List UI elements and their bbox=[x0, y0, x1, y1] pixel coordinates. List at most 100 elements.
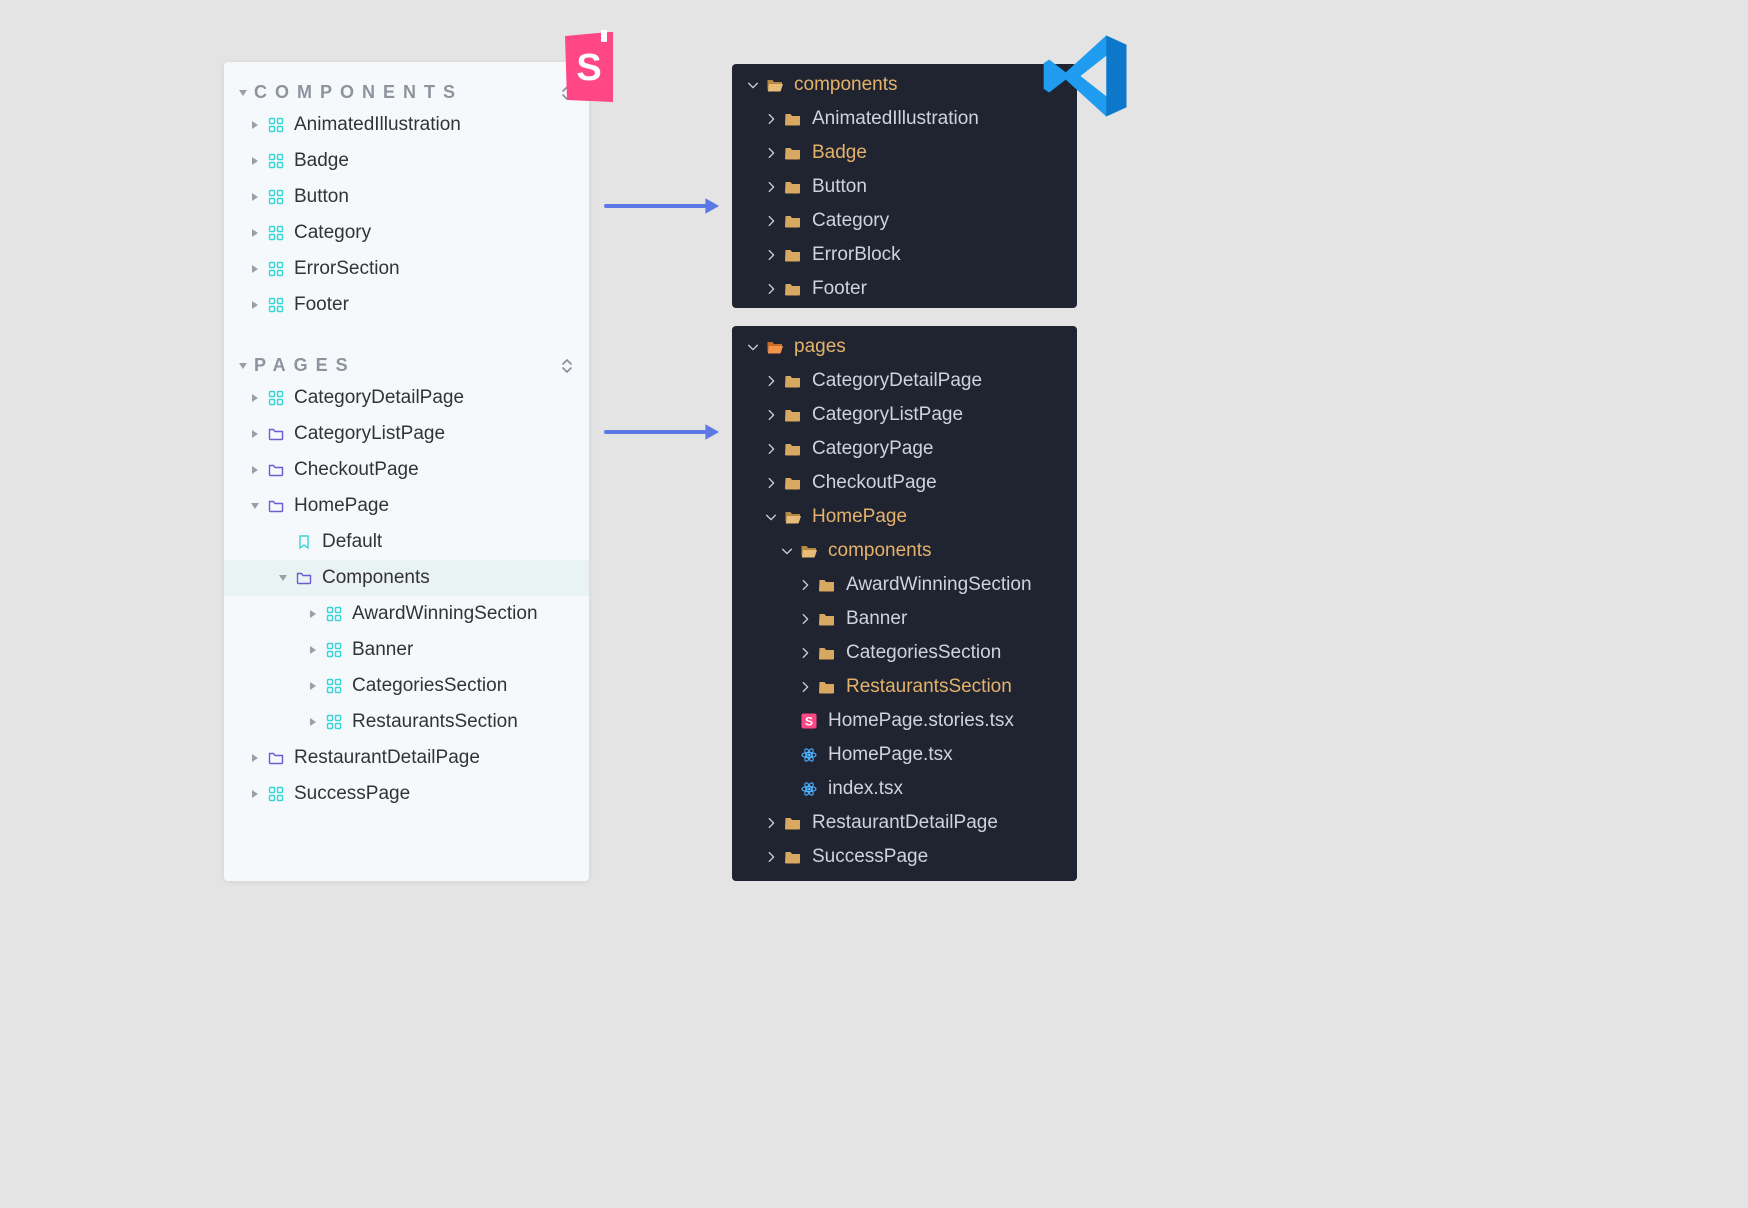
folder-icon bbox=[268, 426, 284, 442]
label: ErrorBlock bbox=[812, 244, 901, 266]
label: CategoryDetailPage bbox=[294, 387, 464, 409]
label: SuccessPage bbox=[812, 846, 928, 868]
component-icon bbox=[268, 786, 284, 802]
chevron-right-icon bbox=[798, 578, 812, 592]
vs-folder-errorblock[interactable]: ErrorBlock bbox=[732, 238, 1077, 272]
sb-item-animatedillustration[interactable]: AnimatedIllustration bbox=[224, 107, 589, 143]
vs-folder-awardwinningsection[interactable]: AwardWinningSection bbox=[732, 568, 1077, 602]
folder-icon bbox=[818, 610, 836, 628]
chevron-right-icon bbox=[764, 476, 778, 490]
sb-item-components-folder[interactable]: Components bbox=[224, 560, 589, 596]
sb-item-homepage[interactable]: HomePage bbox=[224, 488, 589, 524]
folder-icon bbox=[784, 372, 802, 390]
sb-item-badge[interactable]: Badge bbox=[224, 143, 589, 179]
vs-folder-homepage[interactable]: HomePage bbox=[732, 500, 1077, 534]
storybook-file-icon bbox=[800, 712, 818, 730]
chevron-right-icon bbox=[764, 408, 778, 422]
caret-right-icon bbox=[250, 192, 260, 202]
vs-folder-homepage-components[interactable]: components bbox=[732, 534, 1077, 568]
sort-icon[interactable] bbox=[559, 358, 575, 374]
vs-folder-category[interactable]: Category bbox=[732, 204, 1077, 238]
vs-folder-checkoutpage[interactable]: CheckoutPage bbox=[732, 466, 1077, 500]
label: HomePage.stories.tsx bbox=[828, 710, 1014, 732]
folder-icon bbox=[784, 474, 802, 492]
vs-folder-animatedillustration[interactable]: AnimatedIllustration bbox=[732, 102, 1077, 136]
sb-item-default[interactable]: Default bbox=[224, 524, 589, 560]
section-header-pages[interactable]: PAGES bbox=[224, 347, 589, 380]
label: HomePage bbox=[812, 506, 907, 528]
label: components bbox=[794, 74, 898, 96]
vscode-logo-icon bbox=[1040, 30, 1132, 122]
sb-item-errorsection[interactable]: ErrorSection bbox=[224, 251, 589, 287]
vs-folder-badge[interactable]: Badge bbox=[732, 136, 1077, 170]
caret-right-icon bbox=[308, 645, 318, 655]
label: CategoryListPage bbox=[294, 423, 445, 445]
vs-folder-categorydetailpage[interactable]: CategoryDetailPage bbox=[732, 364, 1077, 398]
label: Banner bbox=[846, 608, 907, 630]
caret-down-icon bbox=[238, 88, 248, 98]
vs-folder-components[interactable]: components bbox=[732, 68, 1077, 102]
label: pages bbox=[794, 336, 846, 358]
label: RestaurantDetailPage bbox=[294, 747, 480, 769]
caret-right-icon bbox=[250, 789, 260, 799]
chevron-right-icon bbox=[764, 442, 778, 456]
vs-folder-categoriessection[interactable]: CategoriesSection bbox=[732, 636, 1077, 670]
chevron-right-icon bbox=[764, 146, 778, 160]
sb-item-categorydetailpage[interactable]: CategoryDetailPage bbox=[224, 380, 589, 416]
storybook-logo-icon: S bbox=[559, 30, 619, 105]
react-file-icon bbox=[800, 746, 818, 764]
label: Badge bbox=[294, 150, 349, 172]
caret-right-icon bbox=[250, 120, 260, 130]
label: AwardWinningSection bbox=[352, 603, 538, 625]
section-header-components[interactable]: COMPONENTS bbox=[224, 74, 589, 107]
caret-right-icon bbox=[250, 156, 260, 166]
vs-folder-footer[interactable]: Footer bbox=[732, 272, 1077, 306]
vs-folder-restaurantdetailpage[interactable]: RestaurantDetailPage bbox=[732, 806, 1077, 840]
folder-open-icon bbox=[800, 542, 818, 560]
sb-item-footer[interactable]: Footer bbox=[224, 287, 589, 323]
sb-item-category[interactable]: Category bbox=[224, 215, 589, 251]
caret-down-icon bbox=[250, 501, 260, 511]
component-icon bbox=[326, 642, 342, 658]
component-icon bbox=[268, 225, 284, 241]
react-file-icon bbox=[800, 780, 818, 798]
folder-icon bbox=[784, 178, 802, 196]
vs-file-index-tsx[interactable]: index.tsx bbox=[732, 772, 1077, 806]
sb-item-successpage[interactable]: SuccessPage bbox=[224, 776, 589, 812]
sb-item-categoriessection[interactable]: CategoriesSection bbox=[224, 668, 589, 704]
sb-item-banner[interactable]: Banner bbox=[224, 632, 589, 668]
vs-folder-pages[interactable]: pages bbox=[732, 330, 1077, 364]
vs-folder-successpage[interactable]: SuccessPage bbox=[732, 840, 1077, 874]
sb-item-checkoutpage[interactable]: CheckoutPage bbox=[224, 452, 589, 488]
chevron-down-icon bbox=[764, 510, 778, 524]
chevron-right-icon bbox=[764, 816, 778, 830]
sb-item-restaurantdetailpage[interactable]: RestaurantDetailPage bbox=[224, 740, 589, 776]
vs-folder-banner[interactable]: Banner bbox=[732, 602, 1077, 636]
svg-text:S: S bbox=[576, 47, 601, 89]
vs-folder-categorylistpage[interactable]: CategoryListPage bbox=[732, 398, 1077, 432]
sb-item-button[interactable]: Button bbox=[224, 179, 589, 215]
sb-item-awardwinningsection[interactable]: AwardWinningSection bbox=[224, 596, 589, 632]
chevron-down-icon bbox=[746, 340, 760, 354]
caret-right-icon bbox=[250, 465, 260, 475]
sb-item-categorylistpage[interactable]: CategoryListPage bbox=[224, 416, 589, 452]
vs-folder-button[interactable]: Button bbox=[732, 170, 1077, 204]
vscode-explorer-pages: pages CategoryDetailPage CategoryListPag… bbox=[732, 326, 1077, 881]
component-icon bbox=[326, 678, 342, 694]
arrow-icon bbox=[604, 422, 721, 442]
component-icon bbox=[268, 261, 284, 277]
label: index.tsx bbox=[828, 778, 903, 800]
vs-folder-categorypage[interactable]: CategoryPage bbox=[732, 432, 1077, 466]
vs-file-homepage-tsx[interactable]: HomePage.tsx bbox=[732, 738, 1077, 772]
label: Category bbox=[294, 222, 371, 244]
component-icon bbox=[268, 297, 284, 313]
vs-file-homepage-stories[interactable]: HomePage.stories.tsx bbox=[732, 704, 1077, 738]
component-icon bbox=[326, 714, 342, 730]
label: ErrorSection bbox=[294, 258, 400, 280]
component-icon bbox=[268, 189, 284, 205]
label: RestaurantsSection bbox=[352, 711, 518, 733]
vs-folder-restaurantssection[interactable]: RestaurantsSection bbox=[732, 670, 1077, 704]
sb-item-restaurantssection[interactable]: RestaurantsSection bbox=[224, 704, 589, 740]
label: Footer bbox=[812, 278, 867, 300]
label: Banner bbox=[352, 639, 413, 661]
